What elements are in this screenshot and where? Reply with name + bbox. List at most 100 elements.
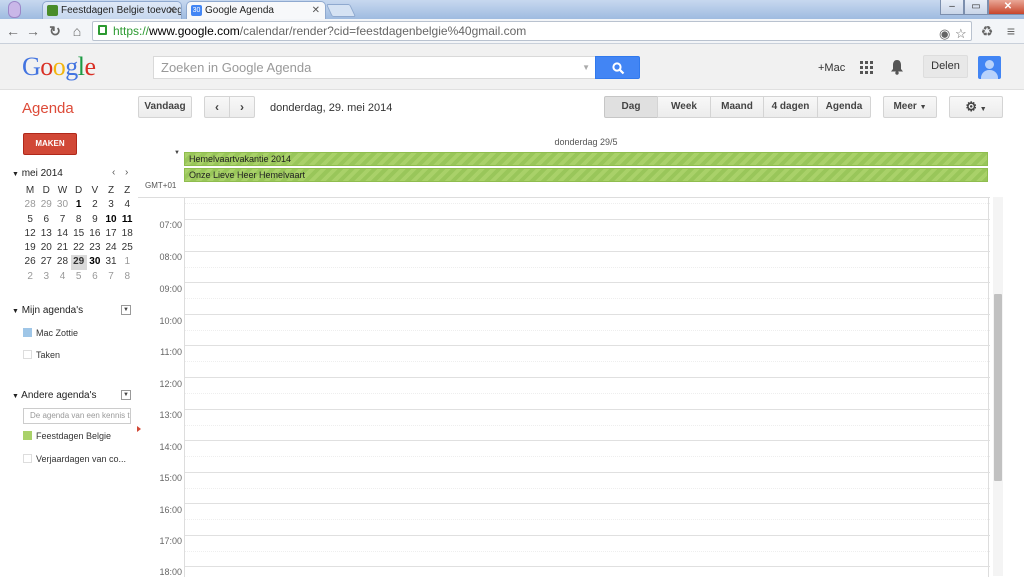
mini-day[interactable]: 3 — [103, 198, 119, 212]
mini-day[interactable]: 1 — [119, 255, 135, 269]
calendar-item-taken[interactable]: Taken — [23, 350, 60, 360]
mini-day[interactable]: 20 — [38, 241, 54, 255]
mini-day[interactable]: 23 — [87, 241, 103, 255]
mini-day[interactable]: 27 — [38, 255, 54, 269]
day-column[interactable] — [184, 198, 990, 577]
recycle-extension-icon[interactable]: ♻ — [978, 22, 996, 40]
day-column-header[interactable]: donderdag 29/5 — [184, 137, 988, 147]
mini-day[interactable]: 1 — [71, 198, 87, 212]
menu-icon[interactable]: ≡ — [1002, 22, 1020, 40]
mini-day[interactable]: 15 — [71, 227, 87, 241]
notifications-bell-icon[interactable] — [890, 59, 904, 75]
mini-day[interactable]: 14 — [54, 227, 70, 241]
mini-day[interactable]: 21 — [54, 241, 70, 255]
star-icon[interactable]: ☆ — [955, 25, 967, 43]
new-tab-button[interactable] — [325, 4, 357, 17]
calendar-item-mac-zottie[interactable]: Mac Zottie — [23, 328, 78, 338]
view-tab-4-days[interactable]: 4 dagen — [763, 96, 818, 118]
mini-day[interactable]: 4 — [119, 198, 135, 212]
all-day-event[interactable]: Hemelvaartvakantie 2014 — [184, 152, 988, 166]
mini-day[interactable]: 2 — [22, 270, 38, 284]
mini-day[interactable]: 16 — [87, 227, 103, 241]
mini-day[interactable]: 7 — [54, 213, 70, 227]
view-tab-day[interactable]: Dag — [604, 96, 658, 118]
mini-day[interactable]: 24 — [103, 241, 119, 255]
mini-day[interactable]: 12 — [22, 227, 38, 241]
mini-day[interactable]: 18 — [119, 227, 135, 241]
calendar-color-swatch[interactable] — [23, 431, 32, 440]
mini-day[interactable]: 4 — [54, 270, 70, 284]
forward-icon[interactable]: → — [24, 22, 42, 40]
previous-period-button[interactable]: ‹ — [204, 96, 230, 118]
calendar-item-verjaardagen[interactable]: Verjaardagen van co... — [23, 454, 126, 464]
mini-day[interactable]: 30 — [87, 255, 103, 269]
mini-day[interactable]: 22 — [71, 241, 87, 255]
mini-day[interactable]: 11 — [119, 213, 135, 227]
today-button[interactable]: Vandaag — [138, 96, 192, 118]
settings-button[interactable]: ⚙ ▼ — [949, 96, 1003, 118]
next-period-button[interactable]: › — [229, 96, 255, 118]
calendar-item-feestdagen-belgie[interactable]: Feestdagen Belgie — [23, 431, 111, 441]
my-calendars-menu-icon[interactable]: ▼ — [121, 305, 131, 315]
mini-day[interactable]: 6 — [87, 270, 103, 284]
mini-day[interactable]: 7 — [103, 270, 119, 284]
home-icon[interactable]: ⌂ — [68, 22, 86, 40]
calendar-color-swatch[interactable] — [23, 350, 32, 359]
minimize-button[interactable]: ‒ — [940, 0, 964, 15]
close-window-button[interactable]: ✕ — [988, 0, 1024, 15]
mini-day[interactable]: 28 — [22, 198, 38, 212]
collapse-arrow-icon[interactable]: ▼ — [12, 393, 19, 400]
mini-day[interactable]: 6 — [38, 213, 54, 227]
mini-prev-month-icon[interactable]: ‹ — [112, 167, 115, 178]
my-calendars-header[interactable]: ▼ Mijn agenda's — [12, 305, 83, 316]
avatar[interactable] — [978, 56, 1001, 79]
add-friend-calendar-input[interactable]: De agenda van een kennis t — [23, 408, 131, 424]
chevron-down-icon[interactable]: ▼ — [582, 57, 590, 78]
collapse-arrow-icon[interactable]: ▼ — [12, 308, 19, 315]
search-button[interactable] — [595, 56, 640, 79]
close-tab-icon[interactable]: ✕ — [312, 2, 320, 19]
share-button[interactable]: Delen — [923, 55, 968, 78]
mini-day[interactable]: 29 — [38, 198, 54, 212]
mini-day[interactable]: 3 — [38, 270, 54, 284]
mini-day[interactable]: 19 — [22, 241, 38, 255]
view-tab-agenda[interactable]: Agenda — [817, 96, 871, 118]
mini-day[interactable]: 8 — [71, 213, 87, 227]
profile-icon[interactable] — [8, 1, 21, 18]
app-title[interactable]: Agenda — [22, 100, 74, 117]
view-tab-month[interactable]: Maand — [710, 96, 764, 118]
user-profile-link[interactable]: +Mac — [818, 62, 845, 74]
apps-grid-icon[interactable] — [860, 61, 873, 74]
eye-icon[interactable]: ◉ — [939, 25, 950, 43]
mini-day[interactable]: 28 — [54, 255, 70, 269]
other-calendars-menu-icon[interactable]: ▼ — [121, 390, 131, 400]
other-calendars-header[interactable]: ▼ Andere agenda's — [12, 390, 96, 401]
mini-day[interactable]: 10 — [103, 213, 119, 227]
more-button[interactable]: Meer ▼ — [883, 96, 937, 118]
google-logo[interactable]: Google — [22, 52, 96, 82]
mini-day[interactable]: 5 — [71, 270, 87, 284]
all-day-event[interactable]: Onze Lieve Heer Hemelvaart — [184, 168, 988, 182]
browser-tab-google-agenda[interactable]: 30 Google Agenda ✕ — [186, 1, 326, 19]
create-event-button[interactable]: MAKEN — [23, 133, 77, 155]
mini-day[interactable]: 17 — [103, 227, 119, 241]
mini-day-selected[interactable]: 29 — [70, 255, 87, 270]
mini-day[interactable]: 26 — [22, 255, 38, 269]
search-input[interactable]: Zoeken in Google Agenda ▼ — [153, 56, 596, 79]
collapse-all-day-icon[interactable]: ▼ — [174, 150, 180, 156]
day-time-grid[interactable]: 07:00 08:00 09:00 10:00 11:00 12:00 13:0… — [138, 197, 990, 577]
mini-day[interactable]: 25 — [119, 241, 135, 255]
back-icon[interactable]: ← — [4, 22, 22, 40]
collapse-arrow-icon[interactable]: ▼ — [12, 171, 19, 178]
mini-day[interactable]: 13 — [38, 227, 54, 241]
browser-tab-feestdagen[interactable]: Feestdagen Belgie toevoeg ✕ — [42, 1, 182, 19]
address-bar[interactable]: https://www.google.com/calendar/render?c… — [92, 21, 972, 41]
view-tab-week[interactable]: Week — [657, 96, 711, 118]
mini-day[interactable]: 30 — [54, 198, 70, 212]
reload-icon[interactable]: ↻ — [46, 22, 64, 40]
maximize-button[interactable]: ▭ — [964, 0, 988, 15]
calendar-color-swatch[interactable] — [23, 454, 32, 463]
scrollbar-thumb[interactable] — [994, 294, 1002, 481]
mini-day[interactable]: 9 — [87, 213, 103, 227]
close-tab-icon[interactable]: ✕ — [168, 2, 176, 19]
